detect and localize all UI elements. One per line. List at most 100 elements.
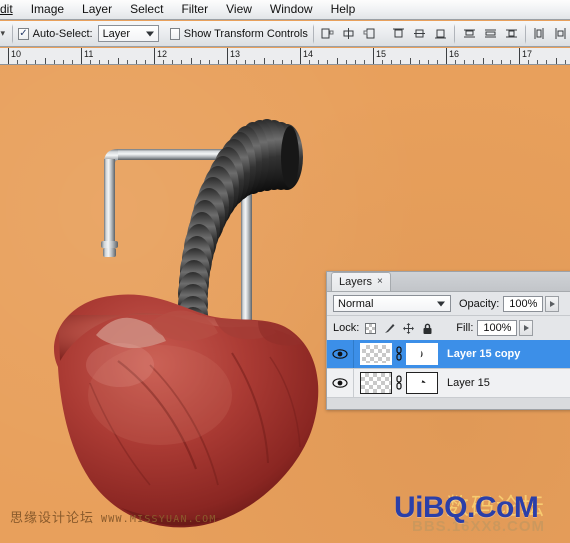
fill-slider-arrow-icon[interactable]: [519, 320, 534, 336]
ruler-minor-tick: [537, 60, 539, 64]
distribute-top-edges-icon[interactable]: [460, 25, 478, 43]
ruler-minor-tick: [528, 60, 530, 64]
opacity-input[interactable]: 100%: [503, 295, 544, 312]
tab-layers[interactable]: Layers ×: [331, 272, 391, 291]
layer-visibility-toggle[interactable]: [327, 340, 354, 368]
align-top-edges-icon[interactable]: [389, 25, 407, 43]
menu-item-filter[interactable]: Filter: [172, 1, 217, 18]
lock-transparent-pixels-icon[interactable]: [364, 322, 377, 335]
menu-item-edit[interactable]: dit: [0, 1, 22, 18]
ruler-minor-tick: [172, 60, 174, 64]
distribute-buttons-group-2: [531, 25, 570, 43]
photoshop-window: dit Image Layer Select Filter View Windo…: [0, 0, 570, 543]
ruler-minor-tick: [217, 60, 219, 64]
layer-row-layer-15[interactable]: Layer 15: [327, 369, 570, 398]
distribute-bottom-edges-icon[interactable]: [502, 25, 520, 43]
layer-visibility-toggle[interactable]: [327, 369, 354, 397]
menu-item-image[interactable]: Image: [22, 1, 73, 18]
blend-mode-row: Normal Opacity: 100%: [327, 292, 570, 316]
menu-item-select[interactable]: Select: [121, 1, 172, 18]
options-separator-5: [525, 23, 526, 44]
options-separator-2: [312, 23, 314, 44]
ruler-minor-tick: [409, 58, 411, 64]
ruler-minor-tick: [236, 60, 238, 64]
menu-item-window[interactable]: Window: [261, 1, 322, 18]
ruler-label: 11: [84, 49, 94, 59]
ruler-minor-tick: [327, 60, 329, 64]
ruler-minor-tick: [190, 58, 192, 64]
ruler-minor-tick: [71, 60, 73, 64]
ruler-label: 17: [522, 49, 533, 59]
anatomical-heart: [53, 294, 319, 528]
chevron-down-icon: [437, 301, 445, 306]
layer-thumbnail[interactable]: [360, 343, 392, 365]
ruler-major-tick: [519, 48, 520, 64]
document-canvas[interactable]: Layers × Normal Opacity: 100% Lock: Fill…: [0, 65, 570, 543]
layers-panel[interactable]: Layers × Normal Opacity: 100% Lock: Fill…: [326, 271, 570, 410]
close-icon[interactable]: ×: [377, 277, 383, 287]
ruler-minor-tick: [564, 60, 566, 64]
align-buttons-group-2: [389, 25, 449, 43]
align-right-edges-icon[interactable]: [361, 25, 379, 43]
fill-input[interactable]: 100%: [477, 320, 518, 336]
lock-position-icon[interactable]: [402, 322, 415, 335]
ruler-minor-tick: [418, 60, 420, 64]
menu-item-label: Select: [130, 2, 164, 16]
ruler-major-tick: [373, 48, 374, 64]
distribute-vertical-centers-icon[interactable]: [481, 25, 499, 43]
ruler-minor-tick: [44, 58, 46, 64]
align-vertical-centers-icon[interactable]: [410, 25, 428, 43]
ruler-label: 14: [303, 49, 314, 59]
link-icon[interactable]: [394, 346, 404, 362]
menu-item-layer[interactable]: Layer: [73, 1, 121, 18]
ruler-minor-tick: [455, 60, 457, 64]
ruler-minor-tick: [546, 60, 548, 64]
horizontal-ruler[interactable]: 10 11 12 13 14 15 16 17: [0, 48, 570, 65]
ruler-minor-tick: [99, 60, 101, 64]
ruler-minor-tick: [90, 60, 92, 64]
distribute-left-edges-icon[interactable]: [531, 25, 549, 43]
layers-list: Layer 15 copy Layer 15: [327, 340, 570, 398]
menu-item-label: Filter: [181, 2, 209, 16]
distribute-buttons-group-1: [460, 25, 520, 43]
ruler-minor-tick: [144, 60, 146, 64]
auto-select-checkbox[interactable]: ✓: [18, 27, 29, 40]
blend-mode-dropdown[interactable]: Normal: [333, 295, 451, 312]
menu-item-view[interactable]: View: [217, 1, 261, 18]
menu-item-label: dit: [0, 2, 13, 16]
chevron-down-icon: [145, 31, 154, 36]
options-bar: ▾ ✓ Auto-Select: Layer Show Transform Co…: [0, 21, 570, 47]
align-left-edges-icon[interactable]: [319, 25, 337, 43]
ruler-minor-tick: [208, 60, 210, 64]
ruler-label: 13: [230, 49, 241, 59]
lock-all-icon[interactable]: [421, 322, 434, 335]
ruler-minor-tick: [482, 58, 484, 64]
layer-mask-thumbnail[interactable]: [406, 343, 438, 365]
align-horizontal-centers-icon[interactable]: [340, 25, 358, 43]
tool-preset-chevron-icon[interactable]: ▾: [0, 28, 7, 39]
layer-row-layer-15-copy[interactable]: Layer 15 copy: [327, 340, 570, 369]
ruler-minor-tick: [345, 60, 347, 64]
align-bottom-edges-icon[interactable]: [431, 25, 449, 43]
ruler-label: 10: [11, 49, 22, 59]
show-transform-checkbox[interactable]: [169, 27, 180, 40]
ruler-minor-tick: [500, 60, 502, 64]
link-icon[interactable]: [394, 375, 404, 391]
layer-thumbnail[interactable]: [360, 372, 392, 394]
auto-select-target-dropdown[interactable]: Layer: [97, 25, 159, 42]
ruler-minor-tick: [363, 60, 365, 64]
opacity-slider-arrow-icon[interactable]: [545, 295, 560, 312]
distribute-horizontal-centers-icon[interactable]: [552, 25, 570, 43]
auto-select-target-value: Layer: [102, 27, 131, 40]
ruler-minor-tick: [436, 60, 438, 64]
align-buttons-group-1: [319, 25, 379, 43]
tab-layers-label: Layers: [339, 276, 373, 288]
lock-icons-group: [364, 322, 434, 335]
layer-mask-thumbnail[interactable]: [406, 372, 438, 394]
menu-item-help[interactable]: Help: [322, 1, 365, 18]
ruler-minor-tick: [391, 60, 393, 64]
lock-image-pixels-icon[interactable]: [383, 322, 396, 335]
ruler-minor-tick: [181, 60, 183, 64]
panel-tab-strip: Layers ×: [327, 272, 570, 292]
menu-item-label: Layer: [82, 2, 113, 16]
